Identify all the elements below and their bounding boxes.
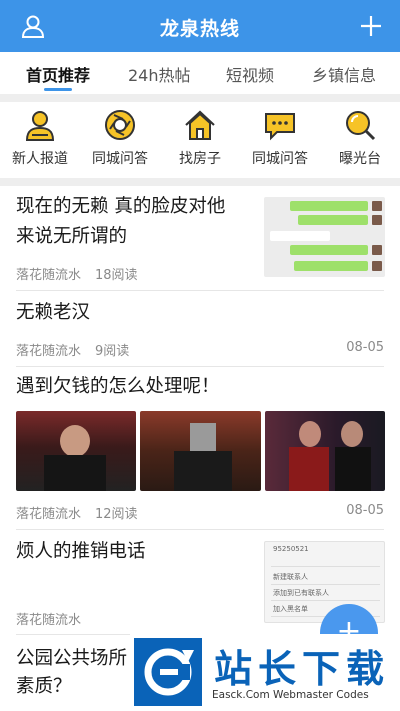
tab-home-recommend[interactable]: 首页推荐 (26, 62, 90, 86)
post-author: 落花随流水 (16, 613, 82, 628)
shortcut-city-qa-2[interactable]: 同城问答 (240, 108, 320, 168)
post-meta: 落花随流水 18阅读 (16, 264, 138, 283)
post-meta: 落花随流水 9阅读 (16, 340, 129, 359)
post-reads: 9阅读 (95, 344, 130, 359)
shortcut-city-qa[interactable]: 同城问答 (80, 108, 160, 168)
post-title: 遇到欠钱的怎么处理呢！ (16, 376, 220, 397)
post-divider (16, 529, 384, 530)
plus-icon[interactable] (360, 15, 382, 37)
chat-bubble-icon (265, 113, 295, 141)
post-divider (16, 366, 384, 367)
post-date: 08-05 (346, 503, 384, 518)
post-author: 落花随流水 (16, 507, 82, 522)
section-divider (0, 178, 400, 186)
post-author: 落花随流水 (16, 344, 82, 359)
tab-24h-hot[interactable]: 24h热帖 (128, 62, 191, 86)
watermark: 站长下载 Easck.Com Webmaster Codes (130, 634, 400, 711)
shortcut-newcomer[interactable]: 新人报道 (0, 108, 80, 168)
post-image-2 (140, 411, 261, 491)
shortcut-label: 找房子 (179, 151, 221, 167)
post-author: 落花随流水 (16, 268, 82, 283)
shortcut-label: 曝光台 (339, 151, 381, 167)
phone-menu-row: 加入黑名单 (273, 605, 308, 613)
person-icon (25, 111, 55, 141)
post-title-line: 素质？ (16, 676, 72, 697)
phone-menu-row: 添加到已有联系人 (273, 589, 329, 597)
post-title: 烦人的推销电话 (16, 541, 146, 562)
post-image-3 (265, 411, 385, 491)
active-tab-indicator (44, 88, 72, 91)
shortcut-exposure[interactable]: 曝光台 (320, 108, 400, 168)
post-thumbnail-chat (264, 197, 385, 277)
post-meta: 落花随流水 (16, 609, 81, 628)
post-title-line: 来说无所谓的 (16, 226, 128, 247)
magnifier-icon (346, 111, 376, 141)
phone-menu-row: 新建联系人 (273, 573, 308, 581)
shortcut-find-house[interactable]: 找房子 (160, 108, 240, 168)
post-divider (16, 290, 384, 291)
section-divider (0, 94, 400, 102)
phone-number-text: 95250521 (273, 545, 309, 553)
watermark-title: 站长下载 (214, 647, 391, 691)
watermark-subtitle: Easck.Com Webmaster Codes (212, 689, 369, 701)
tab-short-video[interactable]: 短视频 (226, 62, 274, 86)
post-title-line: 现在的无赖 真的脸皮对他 (16, 196, 226, 217)
shortcut-label: 同城问答 (252, 151, 308, 167)
post-date: 08-05 (346, 340, 384, 355)
post-image-1 (16, 411, 136, 491)
post-title: 无赖老汉 (16, 302, 91, 323)
post-reads: 12阅读 (95, 507, 138, 522)
app-title: 龙泉热线 (159, 18, 240, 40)
top-bar: 龙泉热线 (0, 0, 400, 52)
post-meta: 落花随流水 12阅读 (16, 503, 138, 522)
shortcut-grid: 新人报道 同城问答 找房子 同城问答 曝光台 (0, 102, 400, 178)
shortcut-label: 新人报道 (12, 151, 68, 167)
house-icon (185, 110, 215, 140)
shortcut-label: 同城问答 (92, 151, 148, 167)
post-title-line: 公园公共场所 (16, 648, 128, 669)
watermark-logo (134, 638, 202, 706)
tab-town-info[interactable]: 乡镇信息 (312, 62, 376, 86)
aperture-icon (105, 110, 135, 140)
post-reads: 18阅读 (95, 268, 138, 283)
